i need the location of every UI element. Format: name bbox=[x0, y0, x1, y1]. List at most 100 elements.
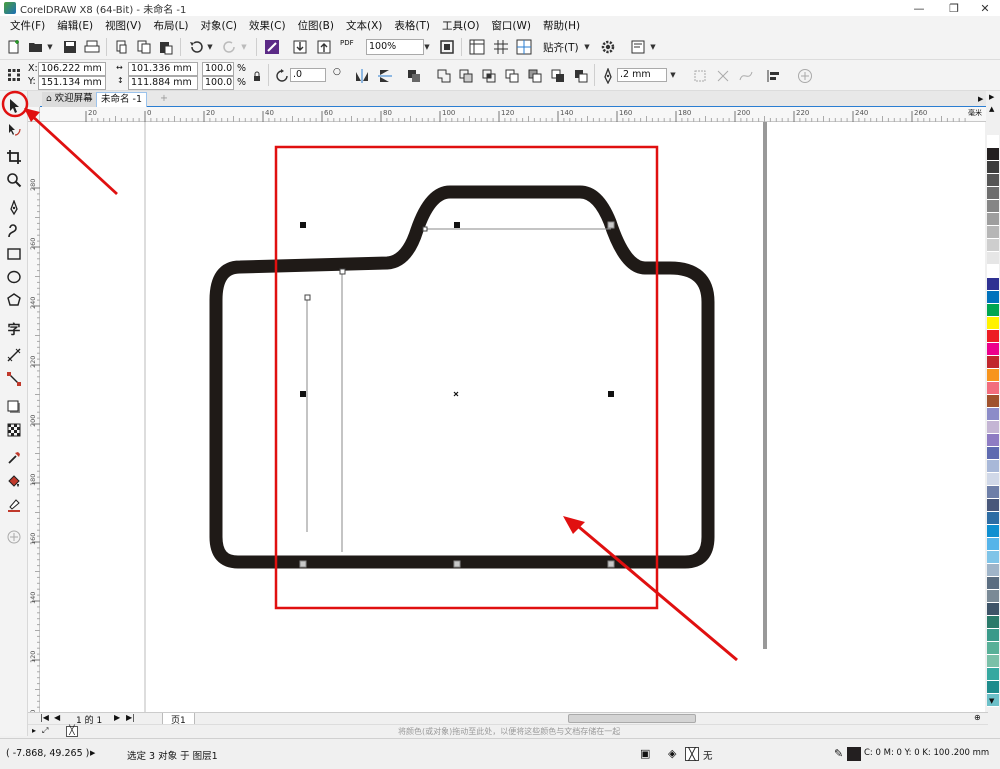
selection-handle[interactable] bbox=[608, 391, 614, 397]
add-tool-icon[interactable] bbox=[3, 527, 25, 547]
palette-swatch[interactable] bbox=[987, 369, 999, 382]
width-field[interactable]: 101.336 mm bbox=[128, 62, 198, 76]
cut-icon[interactable] bbox=[112, 37, 132, 57]
outline-color-swatch[interactable] bbox=[847, 747, 861, 761]
connector-tool-icon[interactable] bbox=[3, 369, 25, 389]
eyedropper-tool-icon[interactable] bbox=[3, 448, 25, 468]
front-minus-back-icon[interactable] bbox=[525, 66, 545, 86]
menu-view[interactable]: 视图(V) bbox=[99, 18, 147, 33]
transparency-tool-icon[interactable] bbox=[3, 420, 25, 440]
no-color-swatch-icon[interactable]: ╳ bbox=[66, 726, 78, 737]
show-grid-icon[interactable] bbox=[491, 37, 511, 57]
last-page-icon[interactable]: ▶| bbox=[126, 713, 135, 722]
snap-to-button[interactable]: 贴齐(T) bbox=[543, 40, 579, 55]
mirror-vertical-icon[interactable] bbox=[375, 66, 395, 86]
close-button[interactable]: ✕ bbox=[972, 0, 998, 16]
mirror-horizontal-icon[interactable] bbox=[352, 66, 372, 86]
menu-effects[interactable]: 效果(C) bbox=[243, 18, 292, 33]
eyedropper-icon[interactable]: ⤢ bbox=[42, 726, 48, 736]
palette-swatch[interactable] bbox=[987, 434, 999, 447]
palette-swatch[interactable] bbox=[987, 200, 999, 213]
menu-text[interactable]: 文本(X) bbox=[340, 18, 388, 33]
copy-icon[interactable] bbox=[134, 37, 154, 57]
snap-dropdown-icon[interactable]: ▼ bbox=[582, 39, 592, 55]
vertical-ruler[interactable]: 28026024022020018016014012010080 bbox=[28, 122, 40, 712]
palette-swatch[interactable] bbox=[987, 161, 999, 174]
save-icon[interactable] bbox=[60, 37, 80, 57]
zoom-dropdown-icon[interactable]: ▼ bbox=[422, 39, 432, 55]
node-handle[interactable] bbox=[304, 294, 311, 301]
minimize-button[interactable]: — bbox=[906, 0, 932, 16]
undo-dropdown-icon[interactable]: ▼ bbox=[205, 39, 215, 55]
palette-swatch[interactable] bbox=[987, 655, 999, 668]
menu-object[interactable]: 对象(C) bbox=[195, 18, 244, 33]
paste-icon[interactable] bbox=[156, 37, 176, 57]
import-icon[interactable] bbox=[290, 37, 310, 57]
status-expand-icon[interactable]: ▶ bbox=[90, 749, 95, 757]
print-icon[interactable] bbox=[82, 37, 102, 57]
palette-swatch[interactable] bbox=[987, 226, 999, 239]
palette-scroll-up-icon[interactable]: ▶ bbox=[989, 93, 994, 101]
height-field[interactable]: 111.884 mm bbox=[128, 76, 198, 90]
show-guidelines-icon[interactable] bbox=[514, 37, 534, 57]
selection-handle[interactable] bbox=[300, 222, 306, 228]
export-icon[interactable] bbox=[314, 37, 334, 57]
search-content-icon[interactable] bbox=[262, 37, 282, 57]
outline-pen-status-icon[interactable]: ✎ bbox=[834, 747, 843, 760]
palette-scroll-down-icon[interactable]: ▼ bbox=[989, 697, 994, 705]
trim-icon[interactable] bbox=[456, 66, 476, 86]
add-property-icon[interactable] bbox=[795, 66, 815, 86]
smart-fill-tool-icon[interactable] bbox=[3, 495, 25, 515]
palette-swatch[interactable] bbox=[987, 239, 999, 252]
launcher-dropdown-icon[interactable]: ▼ bbox=[648, 39, 658, 55]
zoom-level-field[interactable]: 100% bbox=[366, 39, 424, 55]
palette-swatch[interactable] bbox=[987, 148, 999, 161]
drop-shadow-tool-icon[interactable] bbox=[3, 397, 25, 417]
lock-ratio-icon[interactable] bbox=[247, 66, 267, 86]
ellipse-tool-icon[interactable] bbox=[3, 267, 25, 287]
menu-layout[interactable]: 布局(L) bbox=[147, 18, 194, 33]
palette-flyout-icon[interactable]: ▲ bbox=[989, 105, 994, 113]
next-page-icon[interactable]: ▶ bbox=[114, 713, 120, 722]
selection-handle[interactable] bbox=[607, 221, 615, 229]
undo-icon[interactable] bbox=[186, 37, 206, 57]
polygon-tool-icon[interactable] bbox=[3, 290, 25, 310]
menu-window[interactable]: 窗口(W) bbox=[485, 18, 537, 33]
palette-swatch[interactable] bbox=[987, 421, 999, 434]
color-proof-icon[interactable]: ▣ bbox=[640, 747, 650, 760]
options-gear-icon[interactable] bbox=[598, 37, 618, 57]
palette-swatch[interactable] bbox=[987, 681, 999, 694]
palette-swatch[interactable] bbox=[987, 525, 999, 538]
selection-handle[interactable] bbox=[300, 391, 306, 397]
new-document-icon[interactable] bbox=[4, 37, 24, 57]
new-tab-plus-icon[interactable]: + bbox=[156, 92, 172, 107]
selection-handle[interactable] bbox=[299, 560, 307, 568]
fill-bucket-icon[interactable]: ◈ bbox=[668, 747, 676, 760]
palette-swatch[interactable] bbox=[987, 460, 999, 473]
palette-swatch[interactable] bbox=[987, 187, 999, 200]
palette-swatch[interactable] bbox=[987, 252, 999, 265]
horizontal-scrollbar-thumb[interactable] bbox=[568, 714, 696, 723]
open-dropdown-icon[interactable]: ▼ bbox=[45, 39, 55, 55]
menu-bitmaps[interactable]: 位图(B) bbox=[292, 18, 340, 33]
application-launcher-icon[interactable] bbox=[628, 37, 648, 57]
prev-page-icon[interactable]: ◀ bbox=[54, 713, 60, 722]
palette-swatch[interactable] bbox=[987, 564, 999, 577]
palette-swatch[interactable] bbox=[987, 304, 999, 317]
palette-swatch[interactable] bbox=[987, 317, 999, 330]
palette-swatch[interactable] bbox=[987, 174, 999, 187]
weld-icon[interactable] bbox=[434, 66, 454, 86]
menu-file[interactable]: 文件(F) bbox=[4, 18, 51, 33]
simplify-icon[interactable] bbox=[502, 66, 522, 86]
outline-pen-icon[interactable] bbox=[598, 66, 618, 86]
intersect-icon[interactable] bbox=[479, 66, 499, 86]
palette-swatch[interactable] bbox=[987, 382, 999, 395]
camera-outline-shape[interactable] bbox=[209, 185, 715, 569]
palette-swatch[interactable] bbox=[987, 616, 999, 629]
palette-swatch[interactable] bbox=[987, 291, 999, 304]
palette-swatch[interactable] bbox=[987, 343, 999, 356]
fill-none-swatch-icon[interactable]: ╳ bbox=[685, 747, 699, 761]
outline-width-field[interactable]: .2 mm bbox=[617, 68, 667, 82]
palette-swatch[interactable] bbox=[987, 512, 999, 525]
palette-swatch[interactable] bbox=[987, 577, 999, 590]
